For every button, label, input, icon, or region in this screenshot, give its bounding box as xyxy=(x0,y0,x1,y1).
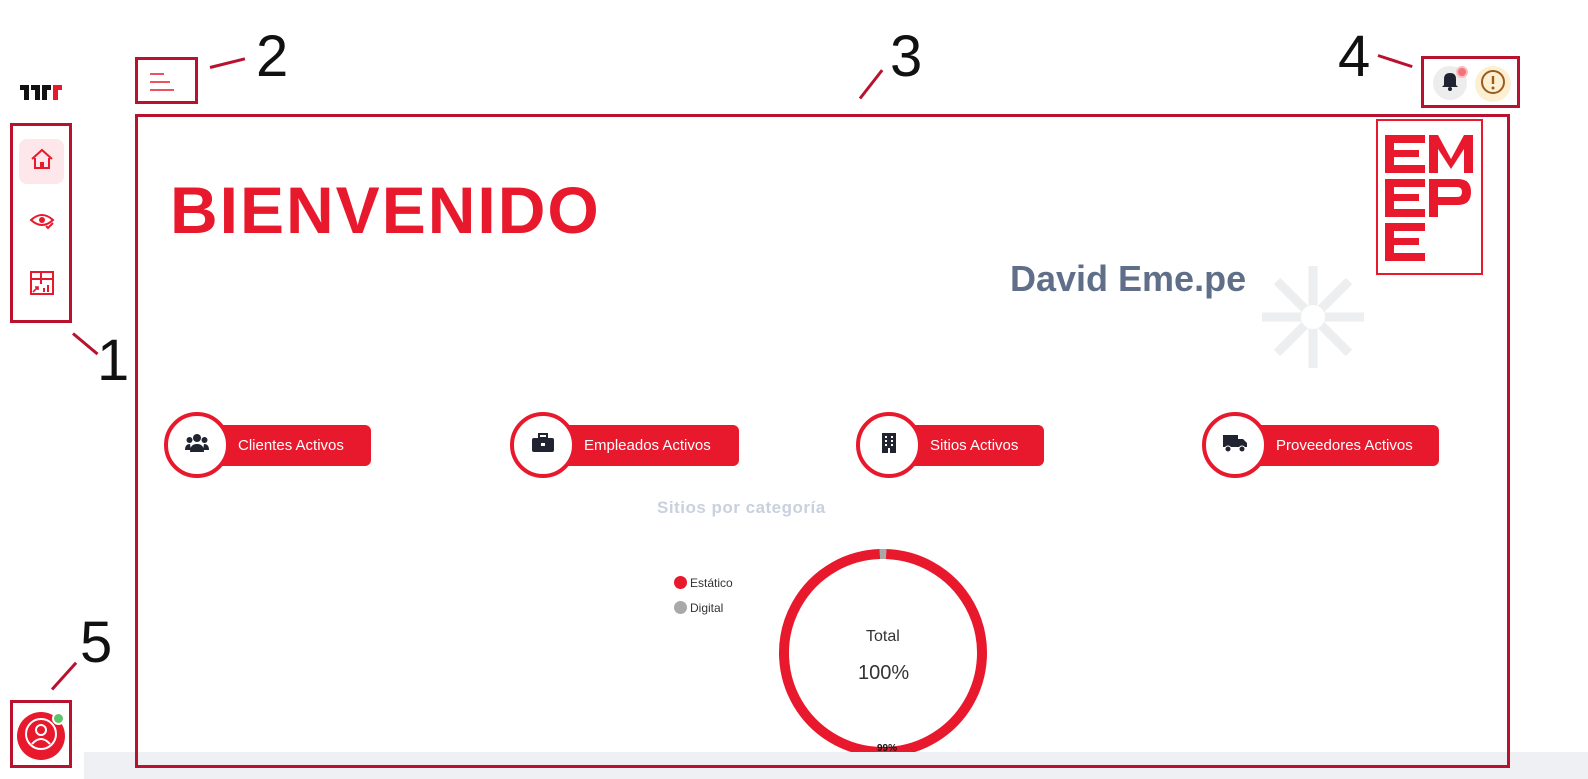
annotation-number-1: 1 xyxy=(97,328,130,393)
annotation-leader-4 xyxy=(1377,54,1413,69)
annotation-box-1 xyxy=(10,123,72,323)
annotation-leader-1 xyxy=(72,332,99,356)
annotation-box-2 xyxy=(135,57,198,104)
annotation-number-5: 5 xyxy=(80,610,113,675)
annotation-leader-3 xyxy=(858,69,884,100)
annotation-box-4 xyxy=(1421,56,1520,108)
annotation-box-5 xyxy=(10,700,72,768)
app-logo xyxy=(20,82,64,104)
annotation-box-3 xyxy=(135,114,1510,768)
annotation-number-4: 4 xyxy=(1338,24,1371,89)
annotation-number-3: 3 xyxy=(890,24,923,89)
annotation-number-2: 2 xyxy=(256,24,289,89)
annotation-leader-5 xyxy=(50,661,78,691)
annotation-leader-2 xyxy=(209,57,246,69)
